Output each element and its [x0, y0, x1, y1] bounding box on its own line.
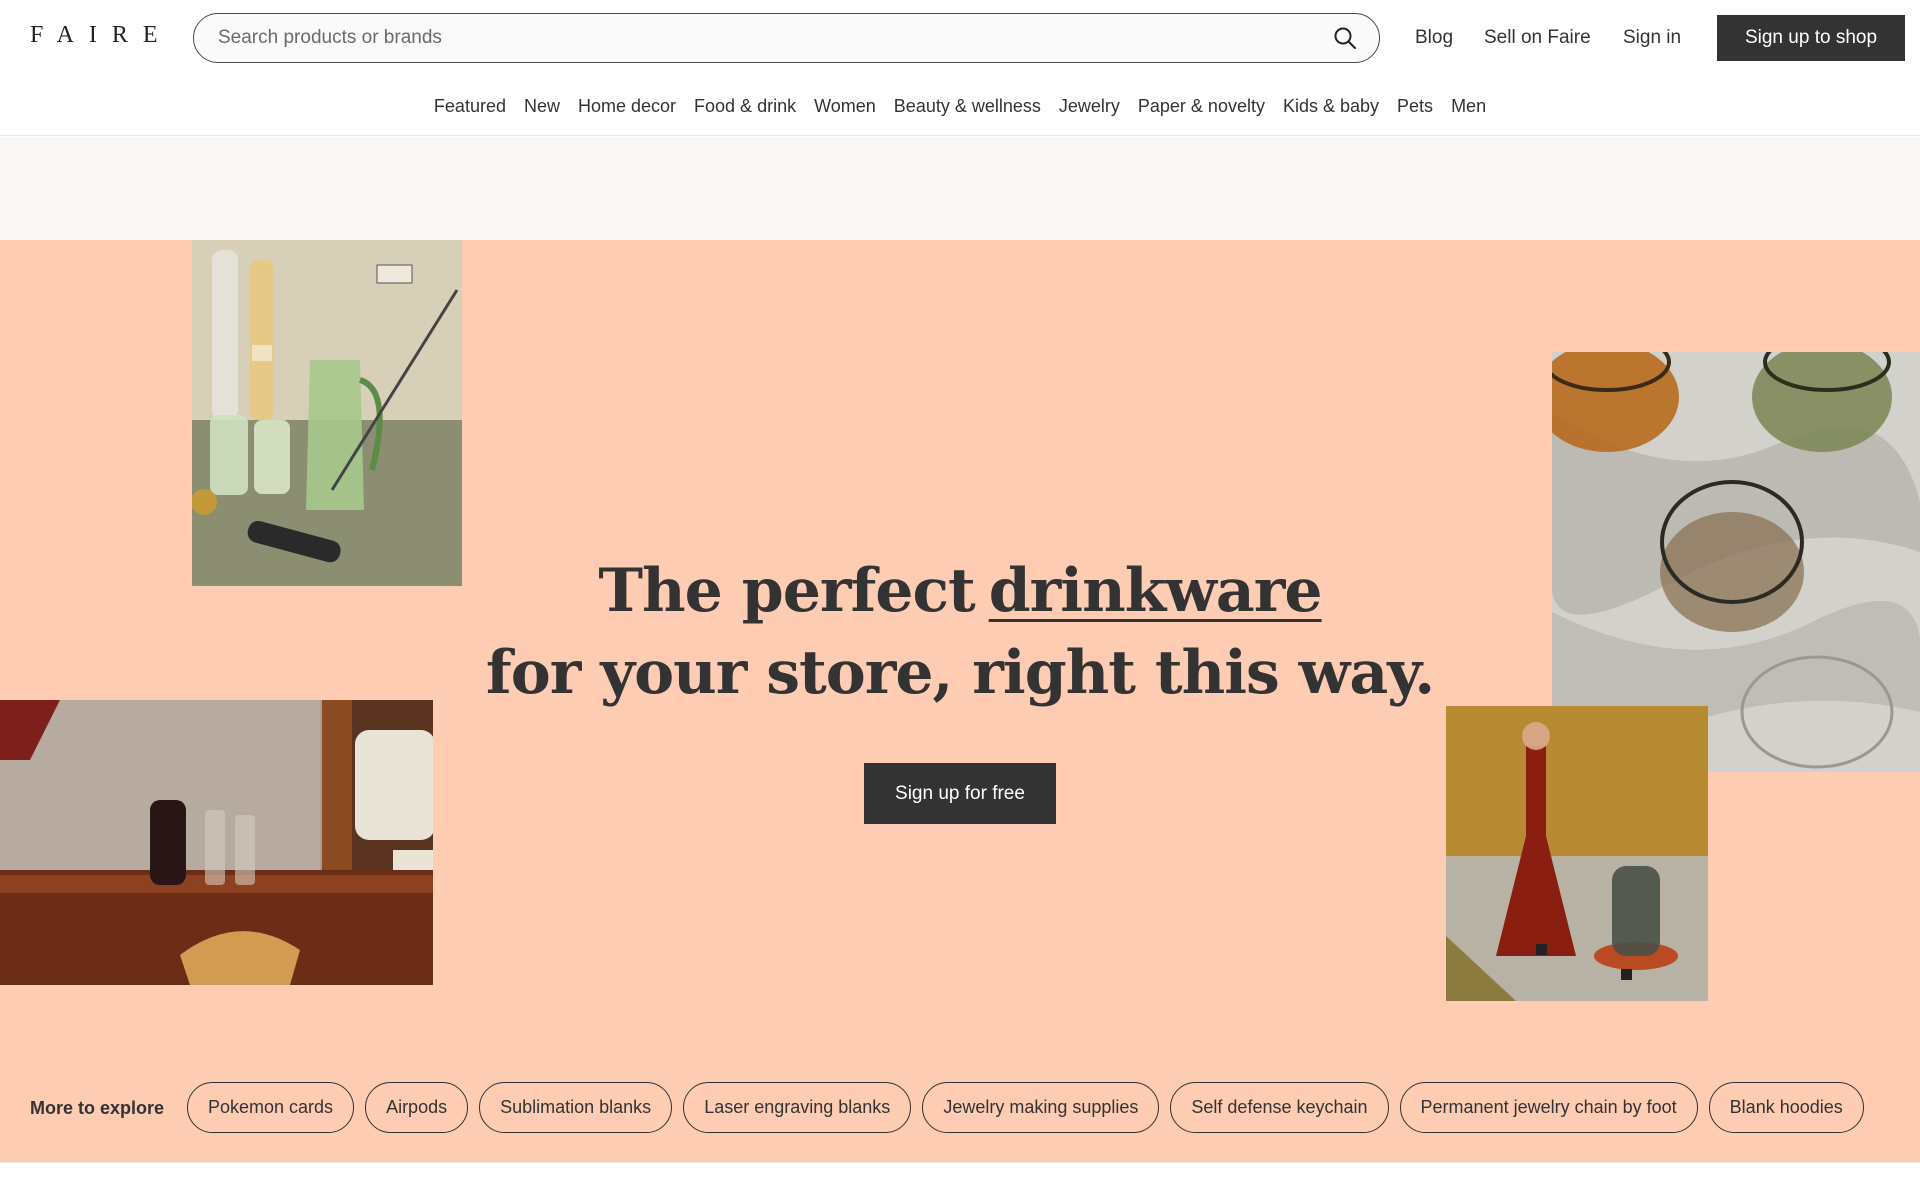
category-nav: Featured New Home decor Food & drink Wom… [0, 96, 1920, 117]
site-header: FAIRE Blog Sell on Faire Sign in Sign up… [0, 0, 1920, 136]
chip-self-defense-keychain[interactable]: Self defense keychain [1170, 1082, 1389, 1133]
sign-up-for-free-button[interactable]: Sign up for free [864, 763, 1056, 824]
sign-in-link[interactable]: Sign in [1623, 27, 1681, 49]
more-to-explore: More to explore Pokemon cards Airpods Su… [0, 1058, 1920, 1158]
category-men[interactable]: Men [1442, 96, 1495, 117]
hero-photo-decanter [1446, 706, 1708, 1001]
hero-photo-sideboard [0, 700, 433, 985]
faire-logo[interactable]: FAIRE [30, 22, 173, 49]
category-new[interactable]: New [515, 96, 569, 117]
hero-headline-prefix: The perfect [598, 556, 975, 626]
chip-pokemon-cards[interactable]: Pokemon cards [187, 1082, 355, 1133]
blog-link[interactable]: Blog [1415, 27, 1453, 49]
sign-up-to-shop-button[interactable]: Sign up to shop [1717, 15, 1905, 61]
hero-photo-cocktails [192, 240, 462, 586]
search-input[interactable] [218, 14, 1298, 61]
category-paper-novelty[interactable]: Paper & novelty [1129, 96, 1274, 117]
hero-section: The perfect drinkware for your store, rig… [0, 240, 1920, 1162]
explore-chips: Pokemon cards Airpods Sublimation blanks… [187, 1082, 1864, 1133]
category-home-decor[interactable]: Home decor [569, 96, 685, 117]
category-jewelry[interactable]: Jewelry [1050, 96, 1129, 117]
chip-laser-engraving-blanks[interactable]: Laser engraving blanks [683, 1082, 912, 1133]
category-featured[interactable]: Featured [425, 96, 515, 117]
announcement-band [0, 137, 1920, 240]
page-bottom [0, 1162, 1920, 1200]
explore-label: More to explore [30, 1098, 165, 1118]
hero-headline-line2: for your store, right this way. [485, 638, 1435, 708]
search-bar[interactable] [193, 13, 1380, 63]
chip-permanent-jewelry-chain[interactable]: Permanent jewelry chain by foot [1399, 1082, 1698, 1133]
category-pets[interactable]: Pets [1388, 96, 1442, 117]
category-beauty-wellness[interactable]: Beauty & wellness [885, 96, 1050, 117]
chip-airpods[interactable]: Airpods [365, 1082, 469, 1133]
search-icon[interactable] [1333, 26, 1357, 50]
hero-highlight-word[interactable]: drinkware [989, 556, 1323, 626]
category-women[interactable]: Women [805, 96, 885, 117]
category-food-drink[interactable]: Food & drink [685, 96, 805, 117]
category-kids-baby[interactable]: Kids & baby [1274, 96, 1388, 117]
sell-on-faire-link[interactable]: Sell on Faire [1484, 27, 1591, 49]
chip-blank-hoodies[interactable]: Blank hoodies [1708, 1082, 1864, 1133]
chip-jewelry-making-supplies[interactable]: Jewelry making supplies [922, 1082, 1160, 1133]
chip-sublimation-blanks[interactable]: Sublimation blanks [479, 1082, 673, 1133]
hero-headline: The perfect drinkware for your store, rig… [0, 550, 1920, 714]
